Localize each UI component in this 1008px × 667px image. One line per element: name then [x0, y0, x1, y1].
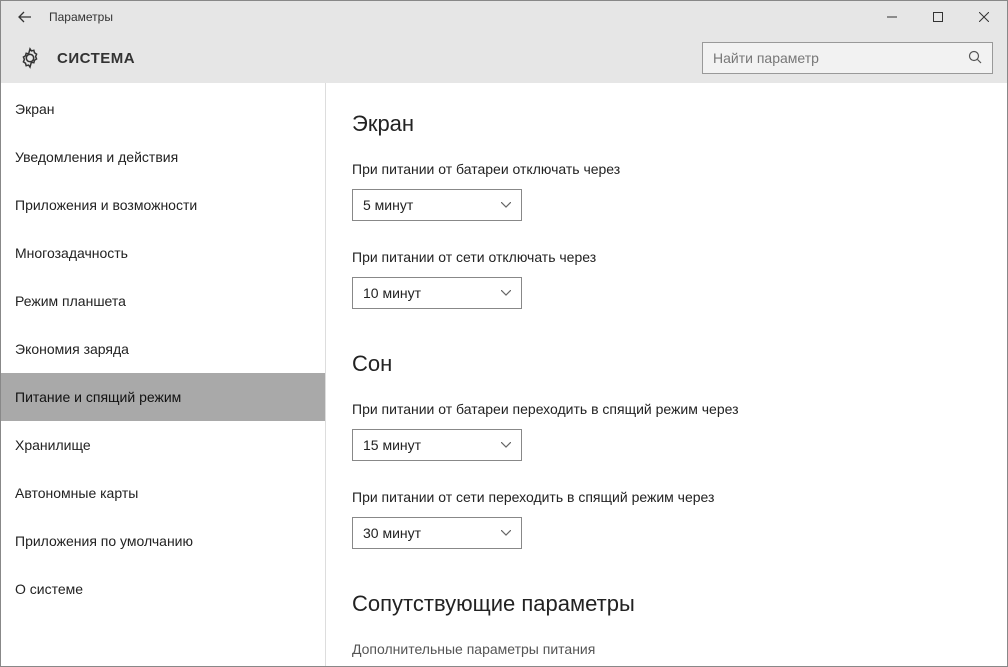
sidebar-item-label: Хранилище — [15, 437, 91, 453]
sidebar-item-display[interactable]: Экран — [1, 85, 325, 133]
dropdown-value: 30 минут — [363, 525, 421, 541]
sidebar-item-label: Приложения по умолчанию — [15, 533, 193, 549]
window-title: Параметры — [49, 10, 869, 24]
arrow-left-icon — [18, 10, 32, 24]
sidebar-item-label: Экран — [15, 101, 55, 117]
chevron-down-icon — [501, 287, 511, 299]
back-button[interactable] — [9, 1, 41, 33]
section-title-sleep: Сон — [352, 351, 981, 377]
sidebar-item-label: Питание и спящий режим — [15, 389, 181, 405]
dropdown-value: 10 минут — [363, 285, 421, 301]
sidebar-item-label: Режим планшета — [15, 293, 126, 309]
sidebar-item-apps-features[interactable]: Приложения и возможности — [1, 181, 325, 229]
gear-icon — [19, 47, 41, 69]
chevron-down-icon — [501, 527, 511, 539]
screen-plugged-dropdown[interactable]: 10 минут — [352, 277, 522, 309]
maximize-button[interactable] — [915, 1, 961, 33]
minimize-icon — [887, 12, 897, 22]
sleep-battery-label: При питании от батареи переходить в спящ… — [352, 401, 981, 417]
minimize-button[interactable] — [869, 1, 915, 33]
sidebar-item-power-sleep[interactable]: Питание и спящий режим — [1, 373, 325, 421]
section-title-related: Сопутствующие параметры — [352, 591, 981, 617]
main-content: Экран При питании от батареи отключать ч… — [326, 83, 1007, 666]
sidebar-item-label: О системе — [15, 581, 83, 597]
sidebar-item-notifications[interactable]: Уведомления и действия — [1, 133, 325, 181]
page-title: СИСТЕМА — [57, 50, 135, 67]
additional-power-settings-link[interactable]: Дополнительные параметры питания — [352, 641, 981, 657]
search-input[interactable] — [713, 50, 968, 66]
sidebar-item-label: Многозадачность — [15, 245, 128, 261]
search-box[interactable] — [702, 42, 993, 74]
maximize-icon — [933, 12, 943, 22]
sidebar-item-label: Автономные карты — [15, 485, 138, 501]
sidebar-item-label: Экономия заряда — [15, 341, 129, 357]
titlebar: Параметры — [1, 1, 1007, 33]
screen-plugged-label: При питании от сети отключать через — [352, 249, 981, 265]
dropdown-value: 5 минут — [363, 197, 413, 213]
search-icon — [968, 50, 982, 67]
chevron-down-icon — [501, 199, 511, 211]
sidebar-item-storage[interactable]: Хранилище — [1, 421, 325, 469]
sidebar-item-offline-maps[interactable]: Автономные карты — [1, 469, 325, 517]
header: СИСТЕМА — [1, 33, 1007, 83]
close-button[interactable] — [961, 1, 1007, 33]
screen-battery-label: При питании от батареи отключать через — [352, 161, 981, 177]
section-title-screen: Экран — [352, 111, 981, 137]
sidebar-item-multitasking[interactable]: Многозадачность — [1, 229, 325, 277]
screen-battery-dropdown[interactable]: 5 минут — [352, 189, 522, 221]
sidebar-item-label: Приложения и возможности — [15, 197, 197, 213]
window-controls — [869, 1, 1007, 33]
chevron-down-icon — [501, 439, 511, 451]
sidebar: Экран Уведомления и действия Приложения … — [1, 83, 326, 666]
sleep-plugged-label: При питании от сети переходить в спящий … — [352, 489, 981, 505]
sidebar-item-label: Уведомления и действия — [15, 149, 178, 165]
sleep-battery-dropdown[interactable]: 15 минут — [352, 429, 522, 461]
sidebar-item-default-apps[interactable]: Приложения по умолчанию — [1, 517, 325, 565]
sidebar-item-tablet-mode[interactable]: Режим планшета — [1, 277, 325, 325]
sleep-plugged-dropdown[interactable]: 30 минут — [352, 517, 522, 549]
sidebar-item-about[interactable]: О системе — [1, 565, 325, 613]
sidebar-item-battery-saver[interactable]: Экономия заряда — [1, 325, 325, 373]
close-icon — [979, 12, 989, 22]
dropdown-value: 15 минут — [363, 437, 421, 453]
